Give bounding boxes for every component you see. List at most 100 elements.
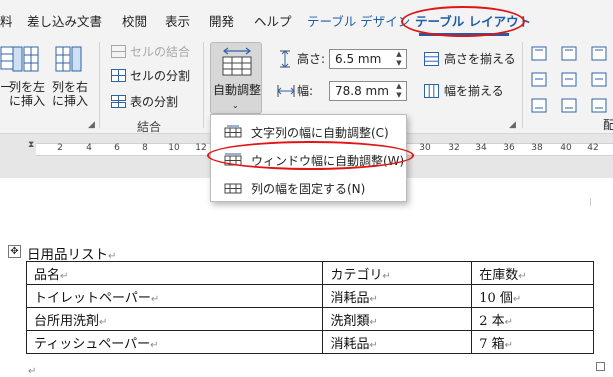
table-cell[interactable]: ティッシュペーパー↵ xyxy=(25,330,324,354)
group-separator xyxy=(203,42,204,128)
insert-left-button[interactable]: 列を左に挿入 xyxy=(6,42,46,112)
return-mark: ↵ xyxy=(60,270,69,282)
distribute-rows-icon xyxy=(424,52,439,66)
distribute-cols-button[interactable]: 幅を揃える xyxy=(422,82,514,100)
cell-text: 消耗品 xyxy=(330,336,370,352)
tab-developer[interactable]: 開発 xyxy=(209,11,234,30)
cell-text: カテゴリ xyxy=(330,267,383,283)
red-callout-menu-item xyxy=(207,141,414,170)
dialog-launcher-icon[interactable]: ◢ xyxy=(509,120,516,130)
table-move-handle-icon[interactable]: ✥ xyxy=(8,245,21,258)
spin-up-icon[interactable]: ▲ xyxy=(394,82,404,90)
split-table-label: 表の分割 xyxy=(130,95,179,109)
document-heading[interactable]: 日用品リスト↵ xyxy=(27,243,116,263)
return-mark: ↵ xyxy=(369,293,378,305)
table-cell[interactable]: カテゴリ↵ xyxy=(322,261,473,285)
red-callout-tab xyxy=(401,6,525,37)
ruler-number: 40 xyxy=(560,143,572,153)
tab-references[interactable]: 料 xyxy=(0,11,13,30)
table-resize-handle-icon[interactable] xyxy=(596,362,605,371)
table-cell[interactable]: 10 個↵ xyxy=(471,284,594,308)
return-mark: ↵ xyxy=(150,339,159,351)
return-mark: ↵ xyxy=(369,339,378,351)
distribute-rows-label: 高さを揃える xyxy=(444,52,516,66)
style-grid-icon[interactable] xyxy=(531,46,607,114)
ruler-number: 10 xyxy=(168,143,180,153)
table-cell[interactable]: 消耗品↵ xyxy=(322,330,473,354)
group-separator xyxy=(99,42,100,128)
split-table-icon xyxy=(111,95,126,108)
table-cell[interactable]: 台所用洗剤↵ xyxy=(25,307,324,331)
split-table-button[interactable]: 表の分割 xyxy=(108,93,198,111)
cell-text: 7 箱 xyxy=(479,336,505,352)
tab-table-design[interactable]: テーブル デザイン xyxy=(307,11,410,30)
spin-down-icon[interactable]: ▼ xyxy=(394,59,404,67)
tab-help[interactable]: ヘルプ xyxy=(254,11,292,30)
ruler-number: 8 xyxy=(142,143,148,153)
table-cell[interactable]: トイレットペーパー↵ xyxy=(25,284,324,308)
autofit-label: 自動調整 xyxy=(213,83,262,97)
return-mark: ↵ xyxy=(99,316,108,328)
cell-text: 台所用洗剤 xyxy=(34,313,100,329)
autofit-contents-icon xyxy=(224,125,242,138)
menu-item-label: 文字列の幅に自動調整(C) xyxy=(251,126,389,140)
return-mark: ↵ xyxy=(369,316,378,328)
table-cell[interactable]: 2 本↵ xyxy=(471,307,594,331)
spin-down-icon[interactable]: ▼ xyxy=(394,91,404,99)
cell-text: 2 本 xyxy=(479,313,505,329)
split-cells-label: セルの分割 xyxy=(130,69,191,83)
row-height-value: 6.5 mm xyxy=(335,52,382,66)
distribute-rows-button[interactable]: 高さを揃える xyxy=(422,50,516,68)
split-cells-icon xyxy=(111,69,126,82)
merge-cells-label: セルの結合 xyxy=(130,45,191,59)
ruler-number: 38 xyxy=(531,143,543,153)
return-mark: ↵ xyxy=(28,366,37,377)
tab-mailings[interactable]: 差し込み文書 xyxy=(27,11,102,30)
insert-right-button[interactable]: 列を右に挿入 xyxy=(48,42,90,112)
menu-item-autofit-contents[interactable]: 文字列の幅に自動調整(C) xyxy=(217,120,400,142)
table-cell[interactable]: 7 箱↵ xyxy=(471,330,594,354)
ruler-number: 2 xyxy=(57,143,63,153)
cell-text: 品名 xyxy=(34,267,61,283)
merge-cells-icon xyxy=(111,45,126,58)
autofit-button[interactable]: 自動調整 ⌄ xyxy=(210,42,262,114)
distribute-cols-label: 幅を揃える xyxy=(444,84,504,98)
ruler-number: 34 xyxy=(475,143,487,153)
fixed-width-icon xyxy=(224,183,242,194)
margin-mark xyxy=(590,198,591,206)
table-cell[interactable]: 在庫数↵ xyxy=(471,261,594,285)
cell-text: 10 個 xyxy=(479,290,513,306)
tab-view[interactable]: 表示 xyxy=(165,11,190,30)
data-table[interactable]: 品名↵ カテゴリ↵ 在庫数↵ トイレットペーパー↵ 消耗品↵ 10 個↵ 台所用… xyxy=(25,261,594,354)
merge-cells-button[interactable]: セルの結合 xyxy=(108,43,198,61)
insert-left-label: 列を左に挿入 xyxy=(8,80,45,108)
return-mark: ↵ xyxy=(504,339,513,351)
table-cell[interactable]: 品名↵ xyxy=(25,261,324,285)
insert-right-icon xyxy=(55,46,82,72)
cell-text: 消耗品 xyxy=(330,290,370,306)
ruler-number: 36 xyxy=(503,143,515,153)
cell-text: 在庫数 xyxy=(479,267,519,283)
cell-text: 洗剤類 xyxy=(330,313,370,329)
menu-item-label: 列の幅を固定する(N) xyxy=(251,182,366,196)
height-icon xyxy=(280,50,290,68)
ruler-number: 12 xyxy=(195,143,207,153)
insert-left-icon xyxy=(12,46,39,72)
table-cell[interactable]: 消耗品↵ xyxy=(322,284,473,308)
table-row: 台所用洗剤↵ 洗剤類↵ 2 本↵ xyxy=(25,307,594,331)
spin-up-icon[interactable]: ▲ xyxy=(394,50,404,58)
cell-text: ティッシュペーパー xyxy=(34,336,151,352)
split-cells-button[interactable]: セルの分割 xyxy=(108,67,198,85)
ruler-number: 6 xyxy=(114,143,120,153)
table-cell[interactable]: 洗剤類↵ xyxy=(322,307,473,331)
ruler-number: 30 xyxy=(419,143,431,153)
autofit-icon xyxy=(222,47,252,76)
menu-item-fixed-width[interactable]: 列の幅を固定する(N) xyxy=(217,176,400,198)
ruler-number: 42 xyxy=(587,143,599,153)
dialog-launcher-icon[interactable]: ◢ xyxy=(88,120,95,130)
table-row: 品名↵ カテゴリ↵ 在庫数↵ xyxy=(25,261,594,285)
indent-marker-icon[interactable]: ⧗ xyxy=(28,140,34,150)
return-mark: ↵ xyxy=(150,293,160,305)
tab-review[interactable]: 校閲 xyxy=(122,11,147,30)
column-width-value: 78.8 mm xyxy=(335,84,389,98)
